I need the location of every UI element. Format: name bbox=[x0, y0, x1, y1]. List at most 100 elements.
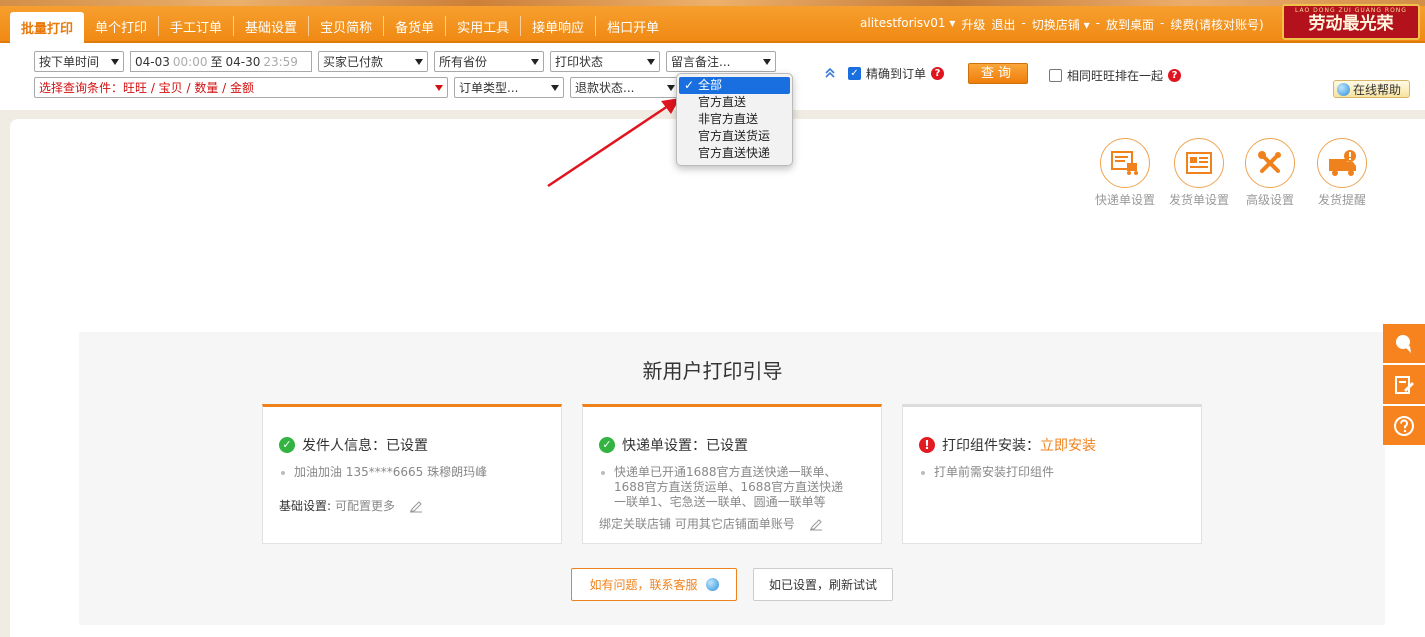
separator: - bbox=[1021, 16, 1026, 30]
top-nav-bar: 批量打印 单个打印 手工订单 基础设置 宝贝简称 备货单 实用工具 接单响应 档… bbox=[0, 0, 1425, 43]
refresh-button[interactable]: 如已设置，刷新试试 bbox=[753, 568, 893, 601]
refund-status-value: 退款状态... bbox=[575, 81, 635, 95]
dropdown-option-non-official-direct[interactable]: 非官方直送 bbox=[677, 111, 792, 128]
sort-by-select[interactable]: 按下单时间 bbox=[34, 51, 124, 72]
dropdown-arrow-icon bbox=[531, 58, 539, 65]
help-question-icon[interactable]: ? bbox=[1168, 69, 1182, 82]
bullet-line: 1688官方直送货运单、1688官方直送快递 bbox=[614, 480, 844, 494]
online-help-label: 在线帮助 bbox=[1353, 82, 1402, 97]
card-header: ✓ 快递单设置：已设置 bbox=[599, 435, 748, 455]
dropdown-arrow-icon bbox=[647, 58, 655, 65]
check-circle-icon: ✓ bbox=[279, 437, 295, 453]
footer-label: 基础设置: bbox=[279, 499, 332, 513]
same-wangwang-checkbox[interactable] bbox=[1049, 69, 1062, 82]
help-question-icon[interactable]: ? bbox=[931, 67, 945, 80]
date-from: 04-03 bbox=[135, 54, 170, 69]
province-select[interactable]: 所有省份 bbox=[434, 51, 544, 72]
edit-pencil-icon[interactable] bbox=[809, 517, 823, 531]
delivery-sheet-icon bbox=[1174, 138, 1224, 188]
date-range-field[interactable]: 04-03 00:00 至 04-30 23:59 bbox=[130, 51, 312, 72]
nav-order-response[interactable]: 接单响应 bbox=[521, 16, 597, 36]
user-links: alitestforisv01 ▾ 升级 退出 - 切换店铺 ▾ - 放到桌面 … bbox=[860, 16, 1264, 33]
tool-shipping-reminder[interactable]: 发货提醒 bbox=[1305, 138, 1379, 208]
pay-status-select[interactable]: 买家已付款 bbox=[318, 51, 428, 72]
nav-stock-list[interactable]: 备货单 bbox=[384, 16, 447, 36]
remark-value: 留言备注... bbox=[671, 55, 731, 69]
sort-by-value: 按下单时间 bbox=[39, 55, 100, 69]
bullet-item: 快递单已开通1688官方直送快递一联单、 1688官方直送货运单、1688官方直送… bbox=[599, 465, 843, 510]
card-status: 已设置 bbox=[706, 438, 748, 454]
dropdown-option-official-express[interactable]: 官方直送快递 bbox=[677, 145, 792, 162]
card-label: 发件人信息： bbox=[302, 438, 386, 454]
direct-delivery-dropdown: ✓ 全部 官方直送 非官方直送 官方直送货运 官方直送快递 bbox=[676, 73, 793, 166]
to-desktop-link[interactable]: 放到桌面 bbox=[1106, 16, 1154, 33]
dropdown-arrow-icon bbox=[667, 84, 675, 91]
time-to: 23:59 bbox=[263, 54, 298, 69]
upgrade-link[interactable]: 升级 bbox=[961, 16, 985, 33]
nav-basic-settings[interactable]: 基础设置 bbox=[234, 16, 310, 36]
print-status-value: 打印状态 bbox=[555, 55, 604, 69]
chat-bubble-icon bbox=[1396, 334, 1411, 353]
contact-support-button[interactable]: 如有问题，联系客服 bbox=[571, 568, 737, 601]
bullet-item: 加油加油 135****6665 珠穆朗玛峰 bbox=[279, 465, 487, 480]
footer-text: 可配置更多 bbox=[335, 499, 396, 513]
side-help-button[interactable] bbox=[1383, 406, 1425, 446]
dropdown-option-official-direct[interactable]: 官方直送 bbox=[677, 94, 792, 111]
card-footer: 基础设置: 可配置更多 bbox=[279, 497, 423, 514]
main-nav: 批量打印 单个打印 手工订单 基础设置 宝贝简称 备货单 实用工具 接单响应 档… bbox=[10, 12, 670, 43]
logout-link[interactable]: 退出 bbox=[991, 16, 1015, 33]
side-feedback-button[interactable] bbox=[1383, 365, 1425, 405]
online-help-button[interactable]: 在线帮助 bbox=[1333, 80, 1410, 98]
collapse-chevron-icon[interactable] bbox=[824, 67, 836, 79]
bullet-line: 一联单1、宅急送一联单、圆通一联单等 bbox=[614, 495, 826, 509]
query-condition-value: 选择查询条件：旺旺 / 宝贝 / 数量 / 金额 bbox=[39, 81, 255, 95]
province-value: 所有省份 bbox=[439, 55, 488, 69]
username-menu[interactable]: alitestforisv01 ▾ bbox=[860, 16, 955, 33]
nav-batch-print[interactable]: 批量打印 bbox=[10, 12, 85, 43]
card-header: ✓ 发件人信息：已设置 bbox=[279, 435, 428, 455]
dropdown-arrow-icon bbox=[763, 58, 771, 65]
order-type-select[interactable]: 订单类型... bbox=[454, 77, 564, 98]
nav-single-print[interactable]: 单个打印 bbox=[84, 16, 160, 36]
print-status-select[interactable]: 打印状态 bbox=[550, 51, 660, 72]
dropdown-option-all[interactable]: ✓ 全部 bbox=[679, 77, 790, 94]
switch-shop-menu[interactable]: 切换店铺 ▾ bbox=[1032, 16, 1090, 33]
option-label: 全部 bbox=[698, 78, 723, 92]
nav-tools[interactable]: 实用工具 bbox=[446, 16, 522, 36]
nav-manual-order[interactable]: 手工订单 bbox=[159, 16, 235, 36]
express-sheet-icon bbox=[1100, 138, 1150, 188]
card-title: 发件人信息：已设置 bbox=[302, 435, 428, 455]
install-now-link[interactable]: 立即安装 bbox=[1040, 438, 1096, 454]
guide-title: 新用户打印引导 bbox=[642, 359, 783, 383]
nav-item-alias[interactable]: 宝贝简称 bbox=[309, 16, 385, 36]
separator: - bbox=[1095, 16, 1100, 30]
dropdown-arrow-icon bbox=[435, 84, 443, 91]
footer-text[interactable]: 绑定关联店铺 可用其它店铺面单账号 bbox=[599, 515, 795, 532]
card-label: 快递单设置： bbox=[622, 438, 706, 454]
username: alitestforisv01 bbox=[860, 16, 946, 30]
card-label: 打印组件安装： bbox=[942, 438, 1040, 454]
renew-link[interactable]: 续费(请核对账号) bbox=[1170, 16, 1263, 33]
decorative-banner bbox=[0, 0, 1425, 6]
query-button[interactable]: 查询 bbox=[968, 63, 1028, 84]
edit-pencil-icon[interactable] bbox=[409, 499, 423, 513]
same-wangwang-option: 相同旺旺排在一起 ? bbox=[1049, 67, 1182, 84]
wrench-icon bbox=[1245, 138, 1295, 188]
tool-advanced-settings[interactable]: 高级设置 bbox=[1233, 138, 1307, 208]
tool-label: 发货单设置 bbox=[1168, 193, 1229, 207]
card-bullets: 打单前需安装打印组件 bbox=[919, 465, 1054, 480]
exact-order-checkbox[interactable]: ✓ bbox=[848, 67, 861, 80]
refund-status-select[interactable]: 退款状态... bbox=[570, 77, 680, 98]
tool-delivery-settings[interactable]: 发货单设置 bbox=[1162, 138, 1236, 208]
print-plugin-card: ! 打印组件安装：立即安装 打单前需安装打印组件 bbox=[902, 404, 1202, 544]
side-chat-button[interactable] bbox=[1383, 324, 1425, 364]
nav-stall-billing[interactable]: 档口开单 bbox=[596, 16, 670, 36]
card-header: ! 打印组件安装：立即安装 bbox=[919, 435, 1096, 455]
dropdown-arrow-icon bbox=[111, 58, 119, 65]
remark-select[interactable]: 留言备注... bbox=[666, 51, 776, 72]
query-condition-select[interactable]: 选择查询条件：旺旺 / 宝贝 / 数量 / 金额 bbox=[34, 77, 448, 98]
dropdown-option-official-freight[interactable]: 官方直送货运 bbox=[677, 128, 792, 145]
tool-label: 快递单设置 bbox=[1094, 193, 1155, 207]
dropdown-arrow-icon bbox=[415, 58, 423, 65]
tool-express-settings[interactable]: 快递单设置 bbox=[1088, 138, 1162, 208]
